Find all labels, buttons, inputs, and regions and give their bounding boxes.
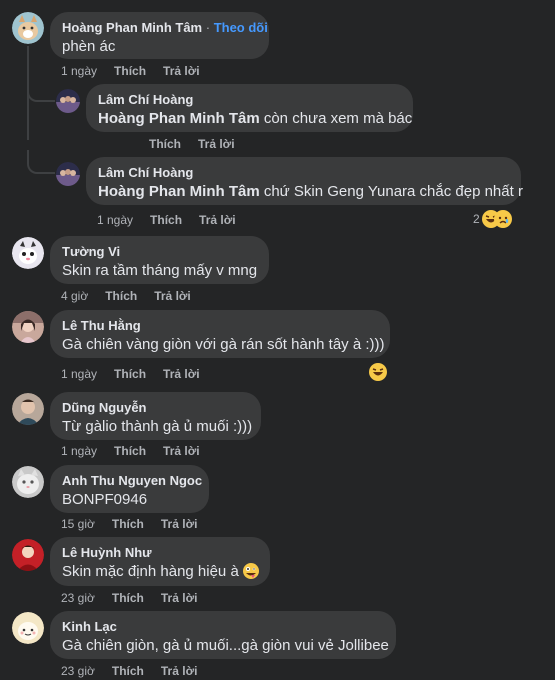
avatar[interactable] [12,12,44,44]
avatar[interactable] [12,466,44,498]
comment-text: Skin mặc định hàng hiệu à [62,562,259,585]
like-button[interactable]: Thích [112,591,144,605]
reply-button[interactable]: Trả lời [161,591,198,605]
like-button[interactable]: Thích [114,444,146,458]
reply-button[interactable]: Trả lời [163,444,200,458]
avatar[interactable] [12,393,44,425]
reaction-count: 2 [473,212,480,226]
avatar[interactable] [12,612,44,644]
avatar[interactable] [12,539,44,571]
comment-bubble: Anh Thu Nguyen Ngoc BONPF0946 [50,465,209,513]
reply-button[interactable]: Trả lời [161,664,198,678]
mention-link[interactable]: Hoàng Phan Minh Tâm [98,110,260,127]
separator-dot: · [202,20,214,35]
haha-reaction-icon [369,363,387,381]
reply-connector [27,150,55,174]
comment-actions: 1 ngày Thích Trả lời [61,444,217,458]
commenter-name[interactable]: Kinh Lạc [62,619,384,635]
comment-actions: 4 giờ Thích Trả lời [61,289,208,303]
comment-bubble: Kinh Lạc Gà chiên giòn, gà ủ muối...gà g… [50,611,396,659]
reply-button[interactable]: Trả lời [198,137,235,151]
comment-time[interactable]: 23 giờ [61,664,95,678]
comment-bubble: Lê Huỳnh Như Skin mặc định hàng hiệu à [50,537,270,586]
commenter-name[interactable]: Dũng Nguyễn [62,400,249,416]
crazy-face-emoji-icon [242,563,259,585]
like-button[interactable]: Thích [105,289,137,303]
reply-button[interactable]: Trả lời [199,213,236,227]
avatar[interactable] [56,162,80,186]
like-button[interactable]: Thích [114,367,146,381]
commenter-name[interactable]: Lê Thu Hằng [62,318,378,334]
comment-text: phèn ác [62,38,116,55]
comment-text: Gà chiên giòn, gà ủ muối...gà giòn vui v… [62,637,389,654]
reply-button[interactable]: Trả lời [161,517,198,531]
comment-bubble: Lê Thu Hằng Gà chiên vàng giòn với gà rá… [50,310,390,358]
comment-text: Hoàng Phan Minh Tâm chứ Skin Geng Yunara… [98,183,523,200]
reply-button[interactable]: Trả lời [163,64,200,78]
commenter-name[interactable]: Tường Vi [62,244,257,260]
comment-time[interactable]: 15 giờ [61,517,95,531]
like-button[interactable]: Thích [150,213,182,227]
comment-actions: 23 giờ Thích Trả lời [61,591,214,605]
sad-reaction-icon [493,210,512,228]
follow-link[interactable]: Theo dõi [214,20,268,35]
comment-time[interactable]: 23 giờ [61,591,95,605]
comment-text: Skin ra tầm tháng mấy v mng [62,262,258,279]
avatar[interactable] [12,311,44,343]
comment-bubble: Lâm Chí Hoàng Hoàng Phan Minh Tâm còn ch… [86,84,413,132]
mention-link[interactable]: Hoàng Phan Minh Tâm [98,183,260,200]
comment-bubble: Dũng Nguyễn Từ gàlio thành gà ủ muối :))… [50,392,261,440]
comment-bubble: Hoàng Phan Minh Tâm · Theo dõi phèn ác [50,12,269,59]
comment-actions: 23 giờ Thích Trả lời [61,664,214,678]
comment-time[interactable]: 1 ngày [61,367,97,381]
like-button[interactable]: Thích [112,517,144,531]
like-button[interactable]: Thích [114,64,146,78]
comment-time[interactable]: 1 ngày [61,444,97,458]
commenter-name[interactable]: Lâm Chí Hoàng [98,92,401,108]
comment-actions: 1 ngày Thích Trả lời [61,64,217,78]
comment-time[interactable]: 1 ngày [61,64,97,78]
avatar[interactable] [56,89,80,113]
commenter-name[interactable]: Lâm Chí Hoàng [98,165,509,181]
like-button[interactable]: Thích [112,664,144,678]
comment-bubble: Tường Vi Skin ra tầm tháng mấy v mng [50,236,269,284]
comment-bubble: Lâm Chí Hoàng Hoàng Phan Minh Tâm chứ Sk… [86,157,523,205]
comment-text: BONPF0946 [62,491,148,508]
comment-time[interactable]: 1 ngày [97,213,133,227]
commenter-name[interactable]: Anh Thu Nguyen Ngoc [62,473,202,489]
comment-time[interactable]: 4 giờ [61,289,88,303]
reply-button[interactable]: Trả lời [163,367,200,381]
comment-text: Gà chiên vàng giòn với gà rán sốt hành t… [62,336,385,353]
reply-button[interactable]: Trả lời [154,289,191,303]
like-button[interactable]: Thích [149,137,181,151]
reply-connector [27,82,55,102]
comment-actions: 1 ngày Thích Trả lời [97,213,253,227]
commenter-name[interactable]: Lê Huỳnh Như [62,545,258,561]
avatar[interactable] [12,237,44,269]
commenter-name[interactable]: Hoàng Phan Minh Tâm [62,20,202,35]
comment-actions: Thích Trả lời [149,137,252,151]
comment-actions: 15 giờ Thích Trả lời [61,517,214,531]
reactions[interactable] [369,363,387,381]
reactions[interactable]: 2 [473,210,512,228]
comment-actions: 1 ngày Thích Trả lời [61,367,217,381]
comment-text: Từ gàlio thành gà ủ muối :))) [62,418,253,435]
comment-text: Hoàng Phan Minh Tâm còn chưa xem mà bác [98,110,413,127]
